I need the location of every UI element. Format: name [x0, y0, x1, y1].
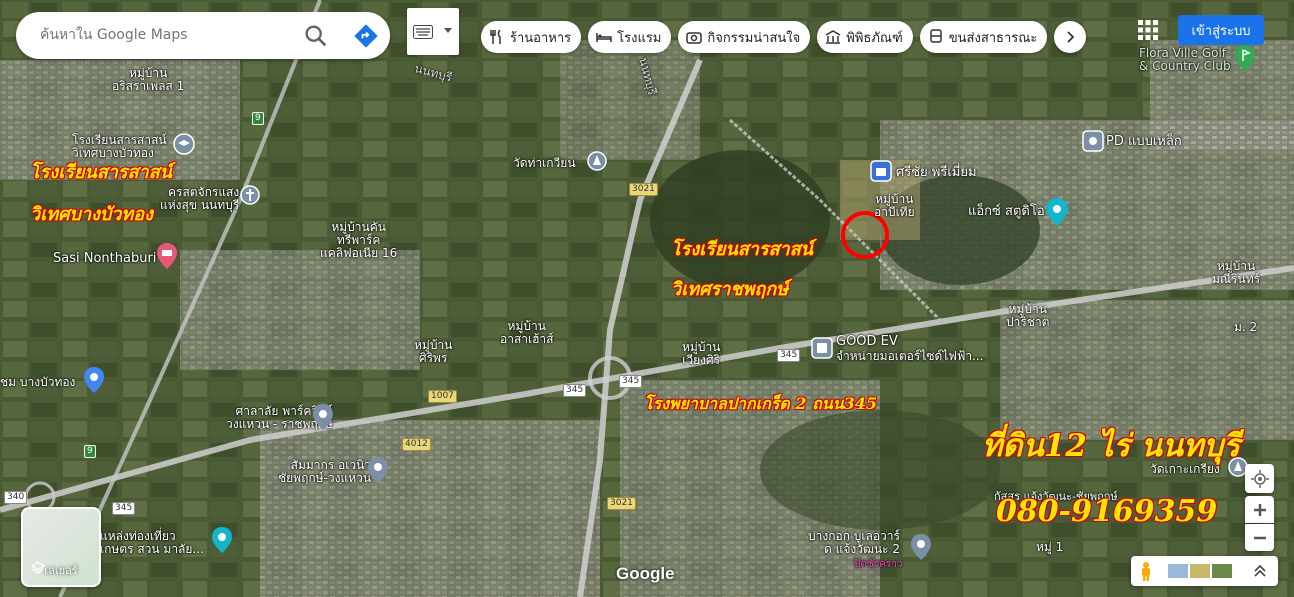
imagery-thumbnail-icon[interactable]: [1212, 564, 1232, 578]
google-logo: Google: [616, 564, 675, 583]
zoom-in-button[interactable]: [1245, 496, 1274, 523]
place-pin-icon[interactable]: [811, 337, 833, 359]
road-shield: 345: [619, 375, 643, 388]
chip-more-button[interactable]: [1054, 21, 1087, 53]
bed-icon: [596, 33, 612, 42]
keyboard-toggle-button[interactable]: [407, 8, 459, 55]
road-shield: 1007: [428, 390, 457, 403]
place-pin-icon[interactable]: [313, 404, 333, 430]
label-sricha[interactable]: ศรีชัย พรีเมี่ยม: [896, 166, 977, 179]
chip-things-to-do[interactable]: กิจกรรมน่าสนใจ: [678, 21, 811, 53]
temple-icon[interactable]: [587, 151, 607, 171]
layers-label: เลเยอร์: [44, 564, 78, 577]
bus-icon: [930, 29, 942, 43]
imagery-thumbnail-icon[interactable]: [1168, 564, 1188, 578]
chevron-down-icon: [444, 28, 452, 33]
label-moo2: ม. 2: [1234, 320, 1258, 334]
label-village-asa[interactable]: หมู่บ้าน อาสาเฮ้าส์: [500, 320, 554, 346]
road-shield: 345: [563, 384, 587, 397]
fork-knife-icon: [490, 29, 501, 44]
road-shield: 345: [112, 502, 136, 515]
chip-transit[interactable]: ขนส่งสาธารณะ: [919, 21, 1048, 53]
minus-icon: [1253, 536, 1266, 539]
hotel-pin-icon[interactable]: [157, 243, 177, 269]
place-pin-icon[interactable]: [368, 457, 388, 483]
zoom-out-button[interactable]: [1245, 524, 1274, 551]
label-bang-bua-thong[interactable]: ชม บางบัวทอง: [0, 376, 75, 389]
sign-in-button[interactable]: เข้าสู่ระบบ: [1178, 15, 1264, 45]
school-icon[interactable]: [173, 133, 195, 155]
road-shield: 3021: [607, 497, 636, 510]
my-location-button[interactable]: [1245, 464, 1274, 493]
road-shield: 9: [84, 445, 96, 458]
chip-label: โรงแรม: [617, 30, 662, 46]
plus-icon: [1253, 503, 1266, 516]
chip-museums[interactable]: พิพิธภัณฑ์: [817, 21, 913, 53]
expand-up-icon[interactable]: [1253, 563, 1267, 579]
label-village-arb[interactable]: หมู่บ้าน อาบีเทีย: [874, 193, 915, 219]
label-village-manee[interactable]: หมู่บ้าน มณีรินทร์: [1212, 260, 1260, 286]
chevron-right-icon: [1067, 31, 1075, 43]
camera-icon: [686, 32, 703, 44]
pegman-icon[interactable]: [1139, 561, 1153, 581]
chip-label: พิพิธภัณฑ์: [846, 30, 903, 46]
chip-label: ขนส่งสาธารณะ: [948, 30, 1038, 46]
place-pin-icon[interactable]: [84, 367, 104, 393]
label-wat-tha-kwian[interactable]: วัดท่าเกวียน: [513, 157, 576, 170]
road-shield: 9: [252, 112, 264, 125]
label-agent-studio[interactable]: แอ็กซ์ สตูดิโอ: [968, 205, 1045, 218]
road-shield: 3021: [629, 183, 658, 196]
label-bangkok-boulevard-sub: ปิดชั่วคราว: [854, 559, 903, 570]
park-pin-icon[interactable]: [1046, 198, 1068, 226]
label-good-ev[interactable]: GOOD EV: [836, 335, 898, 348]
imagery-thumbnail-icon[interactable]: [1190, 564, 1210, 578]
road-shield: 345: [777, 349, 801, 362]
chip-label: กิจกรรมน่าสนใจ: [707, 30, 801, 46]
overlay-land: ที่ดิน12 ไร่ นนทบุรี: [982, 428, 1240, 464]
label-village-arisa[interactable]: หมู่บ้าน อริสราเพลส 1: [112, 67, 184, 93]
layers-button[interactable]: เลเยอร์: [21, 507, 101, 587]
park-pin-icon[interactable]: [212, 527, 232, 553]
overlay-school-2-line2: วิเทศราชพฤกษ์: [671, 279, 789, 300]
museum-icon: [825, 30, 841, 44]
place-pin-icon[interactable]: [1082, 130, 1104, 152]
place-pin-icon[interactable]: [911, 534, 931, 560]
overlay-school-1-line1: โรงเรียนสารสาสน์: [30, 162, 172, 183]
chip-restaurants[interactable]: ร้านอาหาร: [481, 21, 582, 53]
label-sasi[interactable]: Sasi Nonthaburi: [53, 252, 156, 265]
label-village-siriporn[interactable]: หมู่บ้าน ศิริพร: [414, 339, 452, 365]
search-icon[interactable]: [302, 22, 330, 50]
search-box: [16, 12, 390, 59]
apps-grid-icon[interactable]: [1136, 18, 1160, 42]
label-bangkok-boulevard[interactable]: บางกอก บูเลอวาร์ด แจ้งวัฒนะ 2: [808, 530, 900, 556]
chip-label: ร้านอาหาร: [510, 30, 572, 46]
label-village-wiangsiri[interactable]: หมู่บ้าน เวียงศิริ: [682, 341, 720, 367]
label-pd[interactable]: PD แบบเหล็ก: [1106, 135, 1182, 148]
search-input[interactable]: [38, 26, 302, 44]
crosshair-icon: [1250, 469, 1269, 488]
road-shield: 340: [4, 491, 28, 504]
overlay-phone: 080-9169359: [996, 494, 1218, 529]
label-samakkhi[interactable]: สัมมากร อเวนิว ชัยพฤกษ์-วงแหวน: [278, 459, 371, 485]
label-village-para[interactable]: หมู่บ้าน ปาริชาต: [1006, 303, 1049, 329]
keyboard-icon: [413, 25, 433, 39]
label-flora-ville[interactable]: Flora Ville Golf & Country Club: [1139, 47, 1231, 73]
label-village-california[interactable]: หมู่บ้านคัน ทรีพาร์ค แคลิฟอเนีย 16: [320, 221, 397, 260]
label-good-ev-sub: จำหน่ายมอเตอร์ไซด์ไฟฟ้า...: [836, 349, 984, 363]
shop-pin-icon[interactable]: [870, 160, 892, 184]
label-church[interactable]: ครสตจักรแสง แห่งสุข นนทบุรี: [160, 186, 239, 212]
road-shield: 4012: [402, 438, 431, 451]
label-tourist[interactable]: แหล่งท่องเที่ยว เกษตร สวน มาลัย...: [100, 530, 204, 556]
chip-hotels[interactable]: โรงแรม: [588, 21, 672, 53]
overlay-school-2-line1: โรงเรียนสารสาสน์: [671, 239, 813, 260]
directions-icon[interactable]: [352, 22, 380, 50]
overlay-hospital: โรงพยาบาลปากเกร็ด 2 ถนน345: [644, 394, 878, 413]
overlay-school-1-line2: วิเทศบางบัวทอง: [30, 204, 153, 225]
label-moo1: หมู่ 1: [1036, 540, 1064, 554]
imagery-toolbar: [1131, 556, 1278, 586]
category-chips: ร้านอาหาร โรงแรม กิจกรรมน่าสนใจ พิพิธภัณ…: [481, 21, 1087, 53]
church-icon[interactable]: [240, 185, 260, 205]
golf-pin-icon[interactable]: [1235, 45, 1255, 71]
